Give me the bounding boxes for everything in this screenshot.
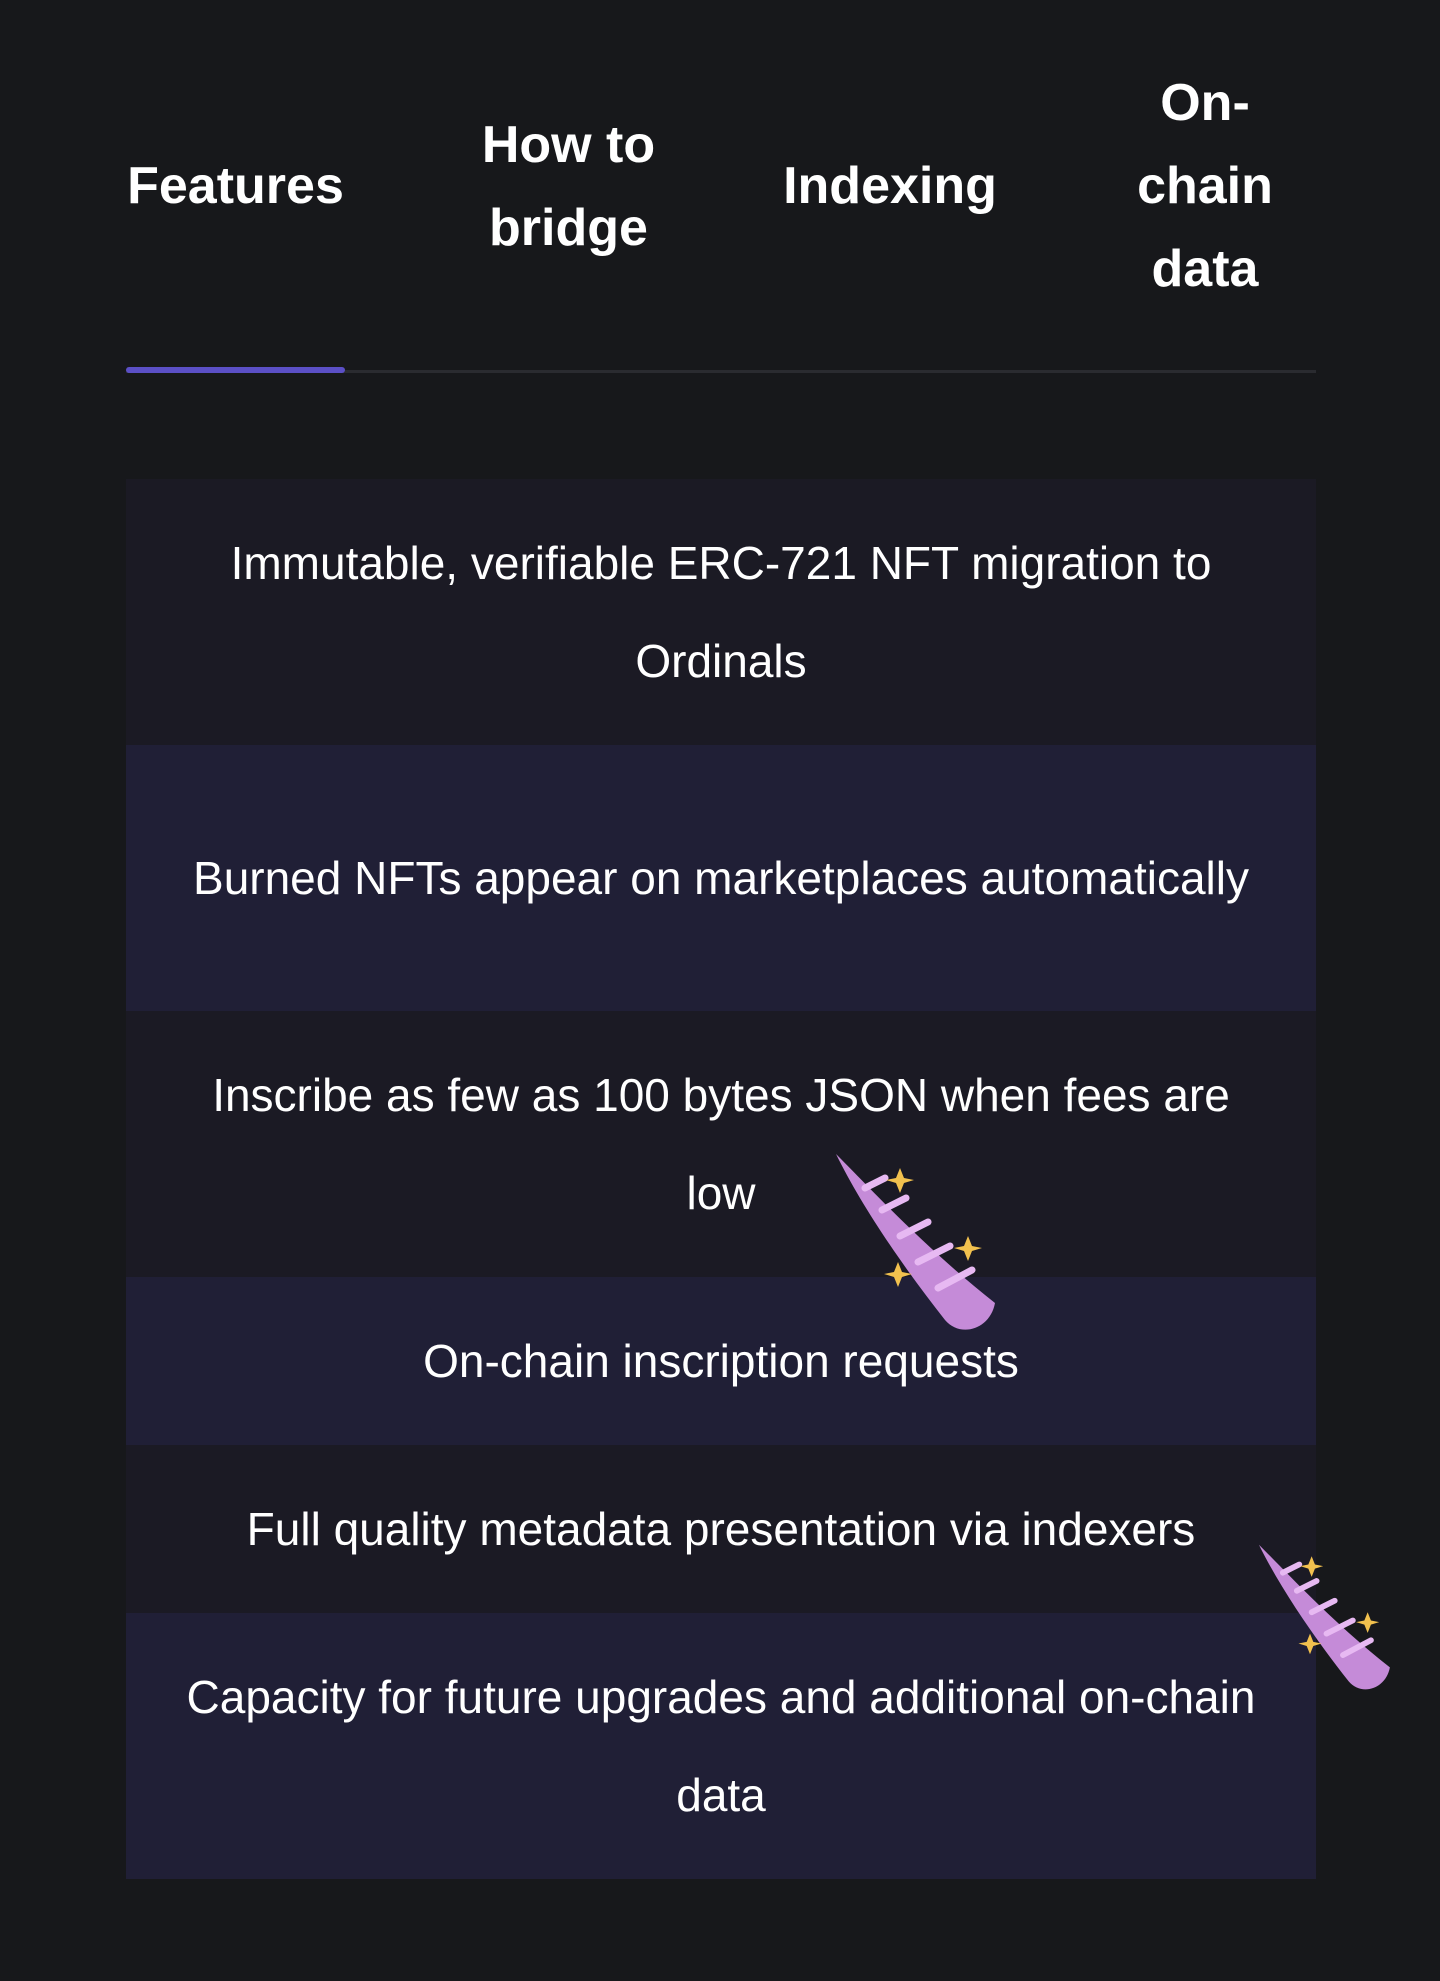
feature-text: Capacity for future upgrades and additio… (186, 1671, 1256, 1821)
feature-row: Immutable, verifiable ERC-721 NFT migrat… (126, 479, 1316, 745)
feature-row: Burned NFTs appear on marketplaces autom… (126, 745, 1316, 1011)
unicorn-horn-sparkles-icon (1258, 1544, 1390, 1690)
feature-row: Capacity for future upgrades and additio… (126, 1613, 1316, 1879)
feature-text: Immutable, verifiable ERC-721 NFT migrat… (230, 537, 1212, 687)
unicorn-horn-sparkles-icon (836, 1154, 995, 1330)
tab-how-to-bridge-label: How to bridge (481, 115, 656, 257)
feature-row: On-chain inscription requests (126, 1277, 1316, 1445)
tab-features[interactable]: Features (126, 0, 345, 373)
tab-how-to-bridge[interactable]: How to bridge (451, 0, 686, 373)
feature-row: Full quality metadata presentation via i… (126, 1445, 1316, 1613)
tab-features-label: Features (127, 157, 344, 215)
tab-on-chain-data-label: On-chain data (1137, 74, 1273, 298)
tab-indexing[interactable]: Indexing (770, 0, 1010, 373)
tab-indexing-label: Indexing (783, 157, 997, 215)
tab-on-chain-data[interactable]: On-chain data (1094, 0, 1316, 373)
tab-bar: Features How to bridge Indexing On-chain… (126, 0, 1316, 373)
feature-list: Immutable, verifiable ERC-721 NFT migrat… (126, 479, 1316, 1879)
feature-text: Burned NFTs appear on marketplaces autom… (193, 852, 1249, 904)
feature-text: Full quality metadata presentation via i… (246, 1503, 1196, 1555)
active-tab-indicator (126, 367, 345, 373)
tabbed-section: Features How to bridge Indexing On-chain… (126, 0, 1316, 1879)
feature-row: Inscribe as few as 100 bytes JSON when f… (126, 1011, 1316, 1277)
feature-text: Inscribe as few as 100 bytes JSON when f… (212, 1069, 1230, 1219)
